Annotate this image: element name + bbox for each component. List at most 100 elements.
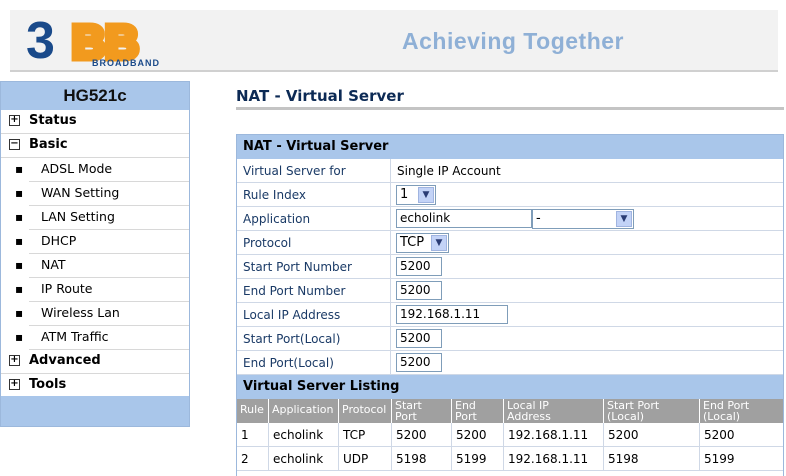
bullet-icon: ▪: [15, 330, 24, 344]
sidebar-item-atm-traffic[interactable]: ▪ ATM Traffic: [15, 326, 189, 350]
title-divider: [236, 107, 784, 110]
cell-rule: 2: [241, 452, 249, 466]
sidebar-item-lan-setting[interactable]: ▪ LAN Setting: [15, 206, 189, 230]
sidebar-item-basic[interactable]: − Basic: [1, 134, 189, 158]
start-port-input[interactable]: 5200: [396, 257, 442, 276]
cell-end-port-local: 5200: [699, 423, 785, 446]
cell-end-port: 5200: [451, 423, 503, 446]
protocol-value: TCP: [400, 235, 425, 250]
row-application: Application echolink - ▼: [237, 207, 783, 231]
field-label: Local IP Address: [243, 308, 341, 322]
sidebar-item-label: NAT: [41, 257, 66, 272]
field-label: End Port Number: [243, 284, 346, 298]
table-row[interactable]: 2 echolink UDP 5198 5199 192.168.1.11 51…: [237, 447, 783, 471]
sidebar-item-ip-route[interactable]: ▪ IP Route: [15, 278, 189, 302]
cell-start-port-local: 5198: [603, 447, 699, 470]
field-label: Application: [243, 212, 311, 226]
sidebar-item-label: ATM Traffic: [41, 329, 109, 344]
sidebar-item-label: ADSL Mode: [41, 161, 113, 176]
sidebar-item-label: Status: [29, 113, 77, 128]
sidebar-item-status[interactable]: + Status: [1, 110, 189, 134]
sidebar-item-label: IP Route: [41, 281, 93, 296]
form-section-title: NAT - Virtual Server: [237, 135, 783, 159]
sidebar-item-adsl-mode[interactable]: ▪ ADSL Mode: [15, 158, 189, 182]
field-label: End Port(Local): [243, 356, 334, 370]
row-protocol: Protocol TCP ▼: [237, 231, 783, 255]
sidebar-item-nat[interactable]: ▪ NAT: [15, 254, 189, 278]
cell-local-ip: 192.168.1.11: [503, 423, 603, 446]
row-start-port-local: Start Port(Local) 5200: [237, 327, 783, 351]
row-end-port-local: End Port(Local) 5200: [237, 351, 783, 375]
bullet-icon: ▪: [15, 210, 24, 224]
sidebar-item-label: DHCP: [41, 233, 77, 248]
rule-index-value: 1: [400, 187, 409, 202]
plus-box-icon[interactable]: +: [9, 355, 20, 366]
device-model-title: HG521c: [1, 82, 189, 110]
col-header-start-port-local: Start Port (Local): [603, 399, 699, 423]
col-header-start-port: Start Port: [391, 399, 451, 423]
bullet-icon: ▪: [15, 162, 24, 176]
sidebar-item-dhcp[interactable]: ▪ DHCP: [15, 230, 189, 254]
sidebar-item-label: Advanced: [29, 353, 101, 368]
chevron-down-icon[interactable]: ▼: [418, 187, 434, 203]
rule-index-select[interactable]: 1 ▼: [396, 185, 436, 205]
sidebar-item-label: Wireless Lan: [41, 305, 120, 320]
bullet-icon: ▪: [15, 234, 24, 248]
listing-header-row: Rule Application Protocol Start Port End P…: [237, 399, 783, 423]
sidebar-item-wireless-lan[interactable]: ▪ Wireless Lan: [15, 302, 189, 326]
table-row[interactable]: 1 echolink TCP 5200 5200 192.168.1.11 52…: [237, 423, 783, 447]
sidebar-item-tools[interactable]: + Tools: [1, 374, 189, 398]
sidebar-item-label: WAN Setting: [41, 185, 120, 200]
end-port-local-input[interactable]: 5200: [396, 353, 442, 372]
row-virtual-server-for: Virtual Server for Single IP Account: [237, 159, 783, 183]
field-label: Start Port Number: [243, 260, 352, 274]
cell-rule: 1: [241, 428, 249, 442]
row-rule-index: Rule Index 1 ▼: [237, 183, 783, 207]
sidebar-item-label: Tools: [29, 377, 67, 392]
col-header-end-port: End Port: [451, 399, 503, 423]
protocol-select[interactable]: TCP ▼: [396, 233, 449, 253]
bullet-icon: ▪: [15, 186, 24, 200]
start-port-local-input[interactable]: 5200: [396, 329, 442, 348]
sidebar-item-label: Basic: [29, 137, 68, 152]
field-label: Virtual Server for: [243, 164, 346, 178]
cell-application: echolink: [268, 423, 338, 446]
cell-end-port-local: 5199: [699, 447, 785, 470]
virtual-server-for-value: Single IP Account: [397, 164, 501, 178]
chevron-down-icon[interactable]: ▼: [431, 235, 447, 251]
listing-section-title: Virtual Server Listing: [237, 375, 783, 399]
cell-application: echolink: [268, 447, 338, 470]
application-input[interactable]: echolink: [396, 209, 532, 228]
slogan: Achieving Together: [402, 28, 624, 54]
logo-subtitle: BROADBAND: [92, 58, 160, 68]
sidebar-item-label: LAN Setting: [41, 209, 115, 224]
minus-box-icon[interactable]: −: [9, 139, 20, 150]
col-header-end-port-local: End Port (Local): [699, 399, 785, 423]
field-label: Start Port(Local): [243, 332, 341, 346]
plus-box-icon[interactable]: +: [9, 115, 20, 126]
sidebar-item-wan-setting[interactable]: ▪ WAN Setting: [15, 182, 189, 206]
cell-start-port-local: 5200: [603, 423, 699, 446]
local-ip-input[interactable]: 192.168.1.11: [396, 305, 508, 324]
field-label: Protocol: [243, 236, 292, 250]
header-banner: 3 BB BROADBAND Achieving Together: [10, 10, 778, 72]
bullet-icon: ▪: [15, 258, 24, 272]
chevron-down-icon[interactable]: ▼: [616, 211, 632, 227]
page-title: NAT - Virtual Server: [236, 87, 404, 105]
row-end-port: End Port Number 5200: [237, 279, 783, 303]
row-local-ip: Local IP Address 192.168.1.11: [237, 303, 783, 327]
end-port-input[interactable]: 5200: [396, 281, 442, 300]
col-header-application: Application: [268, 399, 338, 423]
col-header-rule: Rule: [240, 403, 264, 416]
sidebar-footer: [1, 396, 189, 426]
application-preset-select[interactable]: - ▼: [532, 209, 634, 229]
col-header-protocol: Protocol: [338, 399, 391, 423]
cell-protocol: TCP: [338, 423, 391, 446]
virtual-server-panel: NAT - Virtual Server Virtual Server for …: [236, 134, 784, 476]
cell-protocol: UDP: [338, 447, 391, 470]
cell-end-port: 5199: [451, 447, 503, 470]
plus-box-icon[interactable]: +: [9, 379, 20, 390]
logo-digit: 3: [26, 14, 55, 70]
sidebar: HG521c + Status − Basic ▪ ADSL Mode ▪ WAN …: [0, 81, 190, 427]
sidebar-item-advanced[interactable]: + Advanced: [1, 350, 189, 374]
